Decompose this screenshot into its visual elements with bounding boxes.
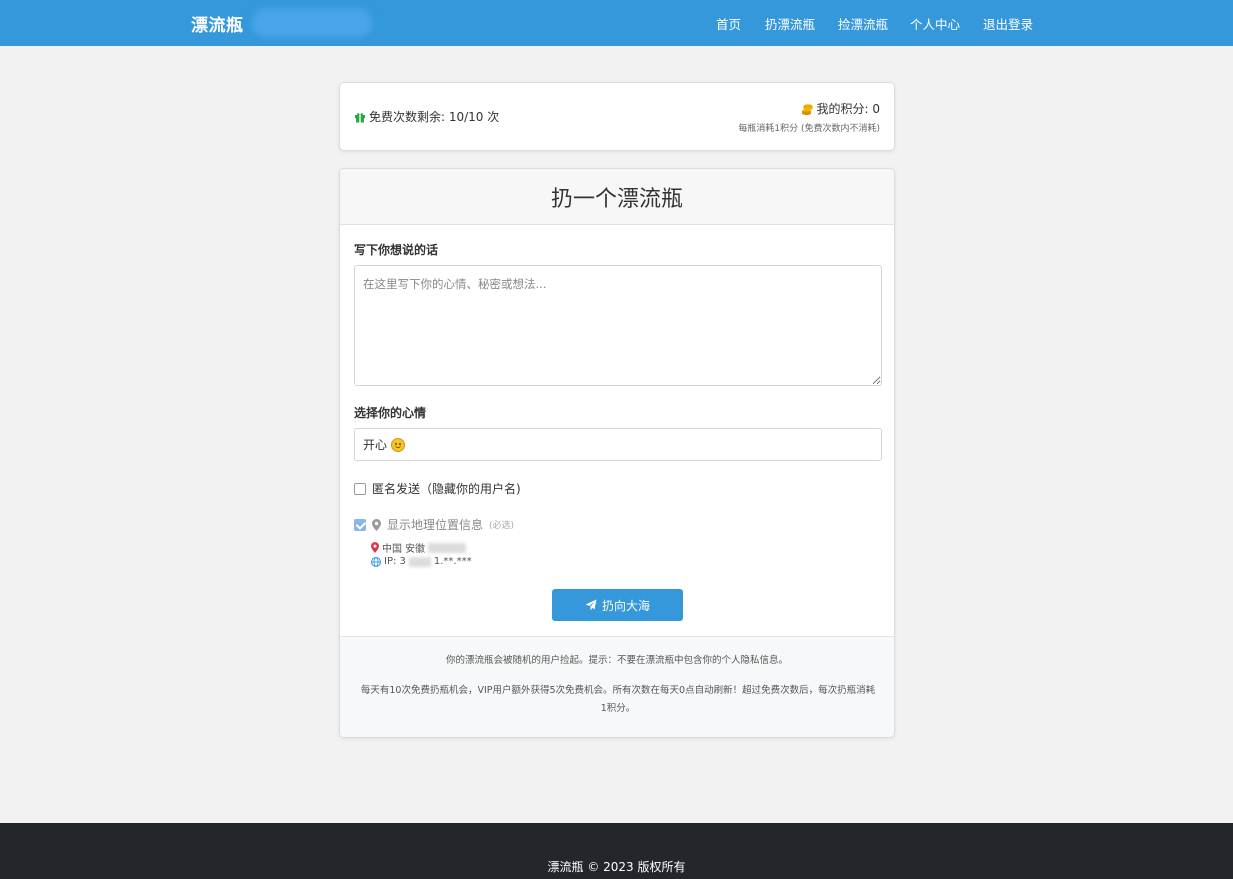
message-textarea[interactable] [354,265,882,386]
card-header: 扔一个漂流瓶 [340,169,894,225]
anonymous-checkbox[interactable] [354,482,366,495]
page-title: 扔一个漂流瓶 [550,187,683,212]
mood-label: 选择你的心情 [354,406,427,420]
paper-plane-icon [585,599,597,611]
message-label: 写下你想说的话 [354,243,439,257]
submit-throw-button[interactable]: 扔向大海 [552,589,683,621]
nav-logout[interactable]: 退出登录 [983,14,1033,33]
ip-redacted [408,556,431,567]
copyright-text: 漂流瓶 © 2023 版权所有 [547,860,686,874]
map-marker-icon [371,542,379,553]
brand-redacted-region [252,9,372,37]
mood-selected-value: 开心 [363,438,388,452]
card-footer-notes: 你的漂流瓶会被随机的用户捡起。提示：不要在漂流瓶中包含你的个人隐私信息。 每天有… [340,636,894,737]
nav-profile[interactable]: 个人中心 [910,14,960,33]
location-marker-icon [372,518,381,531]
nav-throw-bottle[interactable]: 扔漂流瓶 [765,14,815,33]
location-checkbox[interactable] [354,518,366,531]
location-region: 中国 安徽 [382,544,426,555]
navbar: 漂流瓶 首页 扔漂流瓶 捡漂流瓶 个人中心 退出登录 [0,0,1233,46]
location-redacted [428,542,467,553]
throw-bottle-card: 扔一个漂流瓶 写下你想说的话 选择你的心情 开心 匿名发送（隐藏你的用户名) 显… [339,168,895,738]
free-quota: 免费次数剩余: 10/10 次 [354,108,499,125]
page-footer: 漂流瓶 © 2023 版权所有 [0,823,1233,879]
nav-home[interactable]: 首页 [716,14,741,33]
coins-icon [801,103,814,115]
quota-card: 免费次数剩余: 10/10 次 我的积分: 0 每瓶消耗1积分 (免费次数内不消… [339,82,895,151]
privacy-note: 你的漂流瓶会被随机的用户捡起。提示：不要在漂流瓶中包含你的个人隐私信息。 [445,655,788,666]
smile-emoji-icon [391,437,406,452]
mood-select[interactable]: 开心 [354,428,882,461]
free-quota-text: 免费次数剩余: 10/10 次 [369,110,500,124]
location-label: 显示地理位置信息 [387,518,484,532]
brand-logo[interactable]: 漂流瓶 [191,11,244,36]
location-region-line: 中国 安徽 [371,540,467,555]
ip-line: IP: 3 1.**.*** [371,556,472,567]
rules-note: 每天有10次免费扔瓶机会，VIP用户额外获得5次免费机会。所有次数在每天0点自动… [360,685,876,714]
globe-icon [371,556,381,567]
ip-suffix: 1.**.*** [433,556,472,567]
submit-label: 扔向大海 [601,598,650,613]
nav-pick-bottle[interactable]: 捡漂流瓶 [838,14,888,33]
points-balance: 我的积分: 0 [801,100,881,117]
ip-prefix: IP: 3 [384,556,406,567]
gift-icon [354,111,366,123]
anonymous-label: 匿名发送（隐藏你的用户名) [372,482,521,496]
anonymous-option: 匿名发送（隐藏你的用户名) [354,480,521,497]
location-option: 显示地理位置信息 (必选) [354,516,514,533]
points-text: 我的积分: 0 [816,102,881,116]
points-note: 每瓶消耗1积分 (免费次数内不消耗) [738,124,880,134]
location-hint: (必选) [489,521,515,531]
